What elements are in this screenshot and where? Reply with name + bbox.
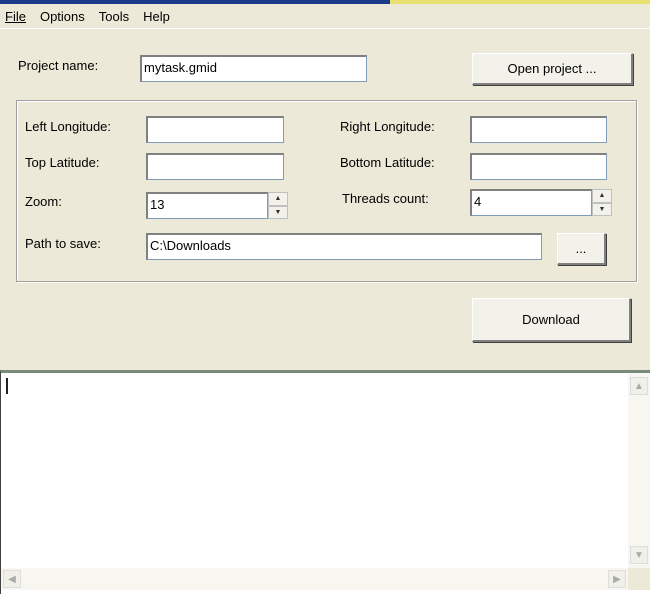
zoom-label: Zoom: xyxy=(25,194,62,209)
menu-bar: File Options Tools Help xyxy=(0,5,650,29)
menu-file[interactable]: File xyxy=(5,9,26,24)
top-latitude-input[interactable] xyxy=(146,153,284,180)
threads-stepper: ▲ ▼ xyxy=(592,189,612,216)
horizontal-scrollbar[interactable]: ◀ ▶ xyxy=(1,568,628,590)
chevron-up-icon[interactable]: ▲ xyxy=(268,192,288,206)
path-input[interactable]: C:\Downloads xyxy=(146,233,542,260)
top-latitude-label: Top Latitude: xyxy=(25,155,100,170)
menu-options[interactable]: Options xyxy=(40,9,85,24)
log-textarea[interactable] xyxy=(0,370,650,594)
right-longitude-label: Right Longitude: xyxy=(340,119,435,134)
download-button[interactable]: Download xyxy=(472,298,631,342)
text-caret xyxy=(6,378,8,394)
menu-tools[interactable]: Tools xyxy=(99,9,129,24)
threads-count-input[interactable]: 4 xyxy=(470,189,592,216)
right-longitude-input[interactable] xyxy=(470,116,607,143)
zoom-stepper: ▲ ▼ xyxy=(268,192,288,219)
chevron-left-icon[interactable]: ◀ xyxy=(3,570,21,588)
path-label: Path to save: xyxy=(25,236,101,251)
bottom-latitude-input[interactable] xyxy=(470,153,607,180)
menu-help[interactable]: Help xyxy=(143,9,170,24)
left-longitude-label: Left Longitude: xyxy=(25,119,112,134)
title-bar xyxy=(0,0,650,4)
chevron-up-icon[interactable]: ▲ xyxy=(630,377,648,395)
open-project-button[interactable]: Open project ... xyxy=(472,53,633,85)
bottom-latitude-label: Bottom Latitude: xyxy=(340,155,435,170)
left-longitude-input[interactable] xyxy=(146,116,284,143)
chevron-down-icon[interactable]: ▼ xyxy=(630,546,648,564)
browse-button[interactable]: ... xyxy=(557,233,606,265)
chevron-down-icon[interactable]: ▼ xyxy=(268,205,288,219)
threads-count-label: Threads count: xyxy=(342,191,429,206)
vertical-scrollbar[interactable]: ▲ ▼ xyxy=(628,373,650,568)
project-name-label: Project name: xyxy=(18,58,99,73)
scrollbar-corner xyxy=(628,568,650,590)
project-name-input[interactable]: mytask.gmid xyxy=(140,55,367,82)
chevron-right-icon[interactable]: ▶ xyxy=(608,570,626,588)
chevron-up-icon[interactable]: ▲ xyxy=(592,189,612,203)
chevron-down-icon[interactable]: ▼ xyxy=(592,202,612,216)
zoom-input[interactable]: 13 xyxy=(146,192,268,219)
